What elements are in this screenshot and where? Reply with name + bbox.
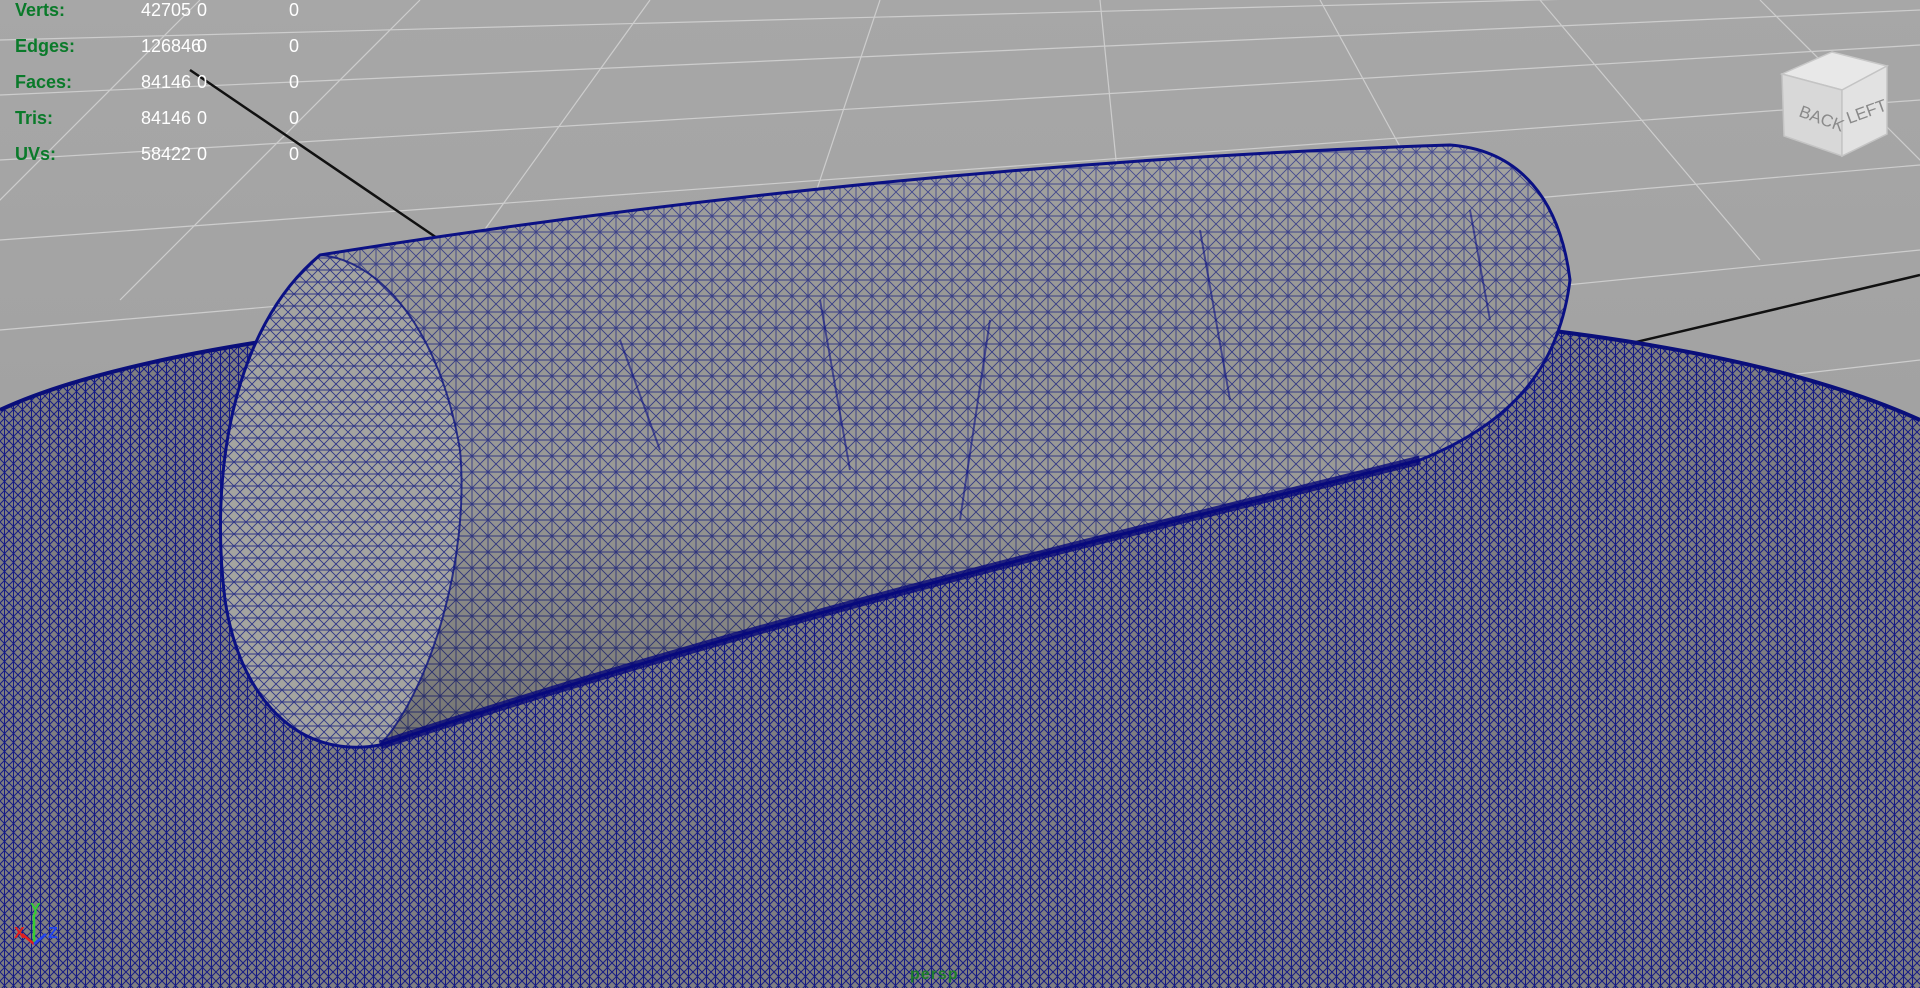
axis-gizmo: Y X Z	[14, 901, 58, 945]
hud-value: 84146	[141, 72, 192, 92]
hud-value: 0	[197, 0, 208, 20]
hud-value: 0	[197, 108, 208, 128]
hud-value: 0	[289, 36, 300, 56]
hud-value: 0	[289, 144, 300, 164]
axis-x-label: X	[14, 925, 25, 942]
axis-z-label: Z	[48, 925, 58, 942]
hud-value: 84146	[141, 108, 192, 128]
hud-value: 126846	[141, 36, 202, 56]
hud-value: 0	[197, 36, 208, 56]
hud-value: 0	[289, 108, 300, 128]
hud-value: 0	[197, 72, 208, 92]
hud-label: Tris:	[15, 108, 54, 128]
hud-label: Edges:	[15, 36, 76, 56]
hud-label: Verts:	[15, 0, 66, 20]
view-cube[interactable]: BACK LEFT	[1772, 44, 1892, 162]
hud-value: 0	[197, 144, 208, 164]
axis-y-label: Y	[30, 901, 41, 918]
perspective-viewport[interactable]: Verts: 42705 0 0 Edges: 126846 0 0 Faces…	[0, 0, 1920, 988]
scene-canvas[interactable]	[0, 0, 1920, 988]
hud-label: UVs:	[15, 144, 57, 164]
hud-value: 0	[289, 72, 300, 92]
hud-label: Faces:	[15, 72, 73, 92]
camera-name-label: persp	[910, 966, 959, 983]
hud-value: 42705	[141, 0, 192, 20]
hud-value: 0	[289, 0, 300, 20]
hud-value: 58422	[141, 144, 192, 164]
world-axis-line	[189, 68, 441, 242]
